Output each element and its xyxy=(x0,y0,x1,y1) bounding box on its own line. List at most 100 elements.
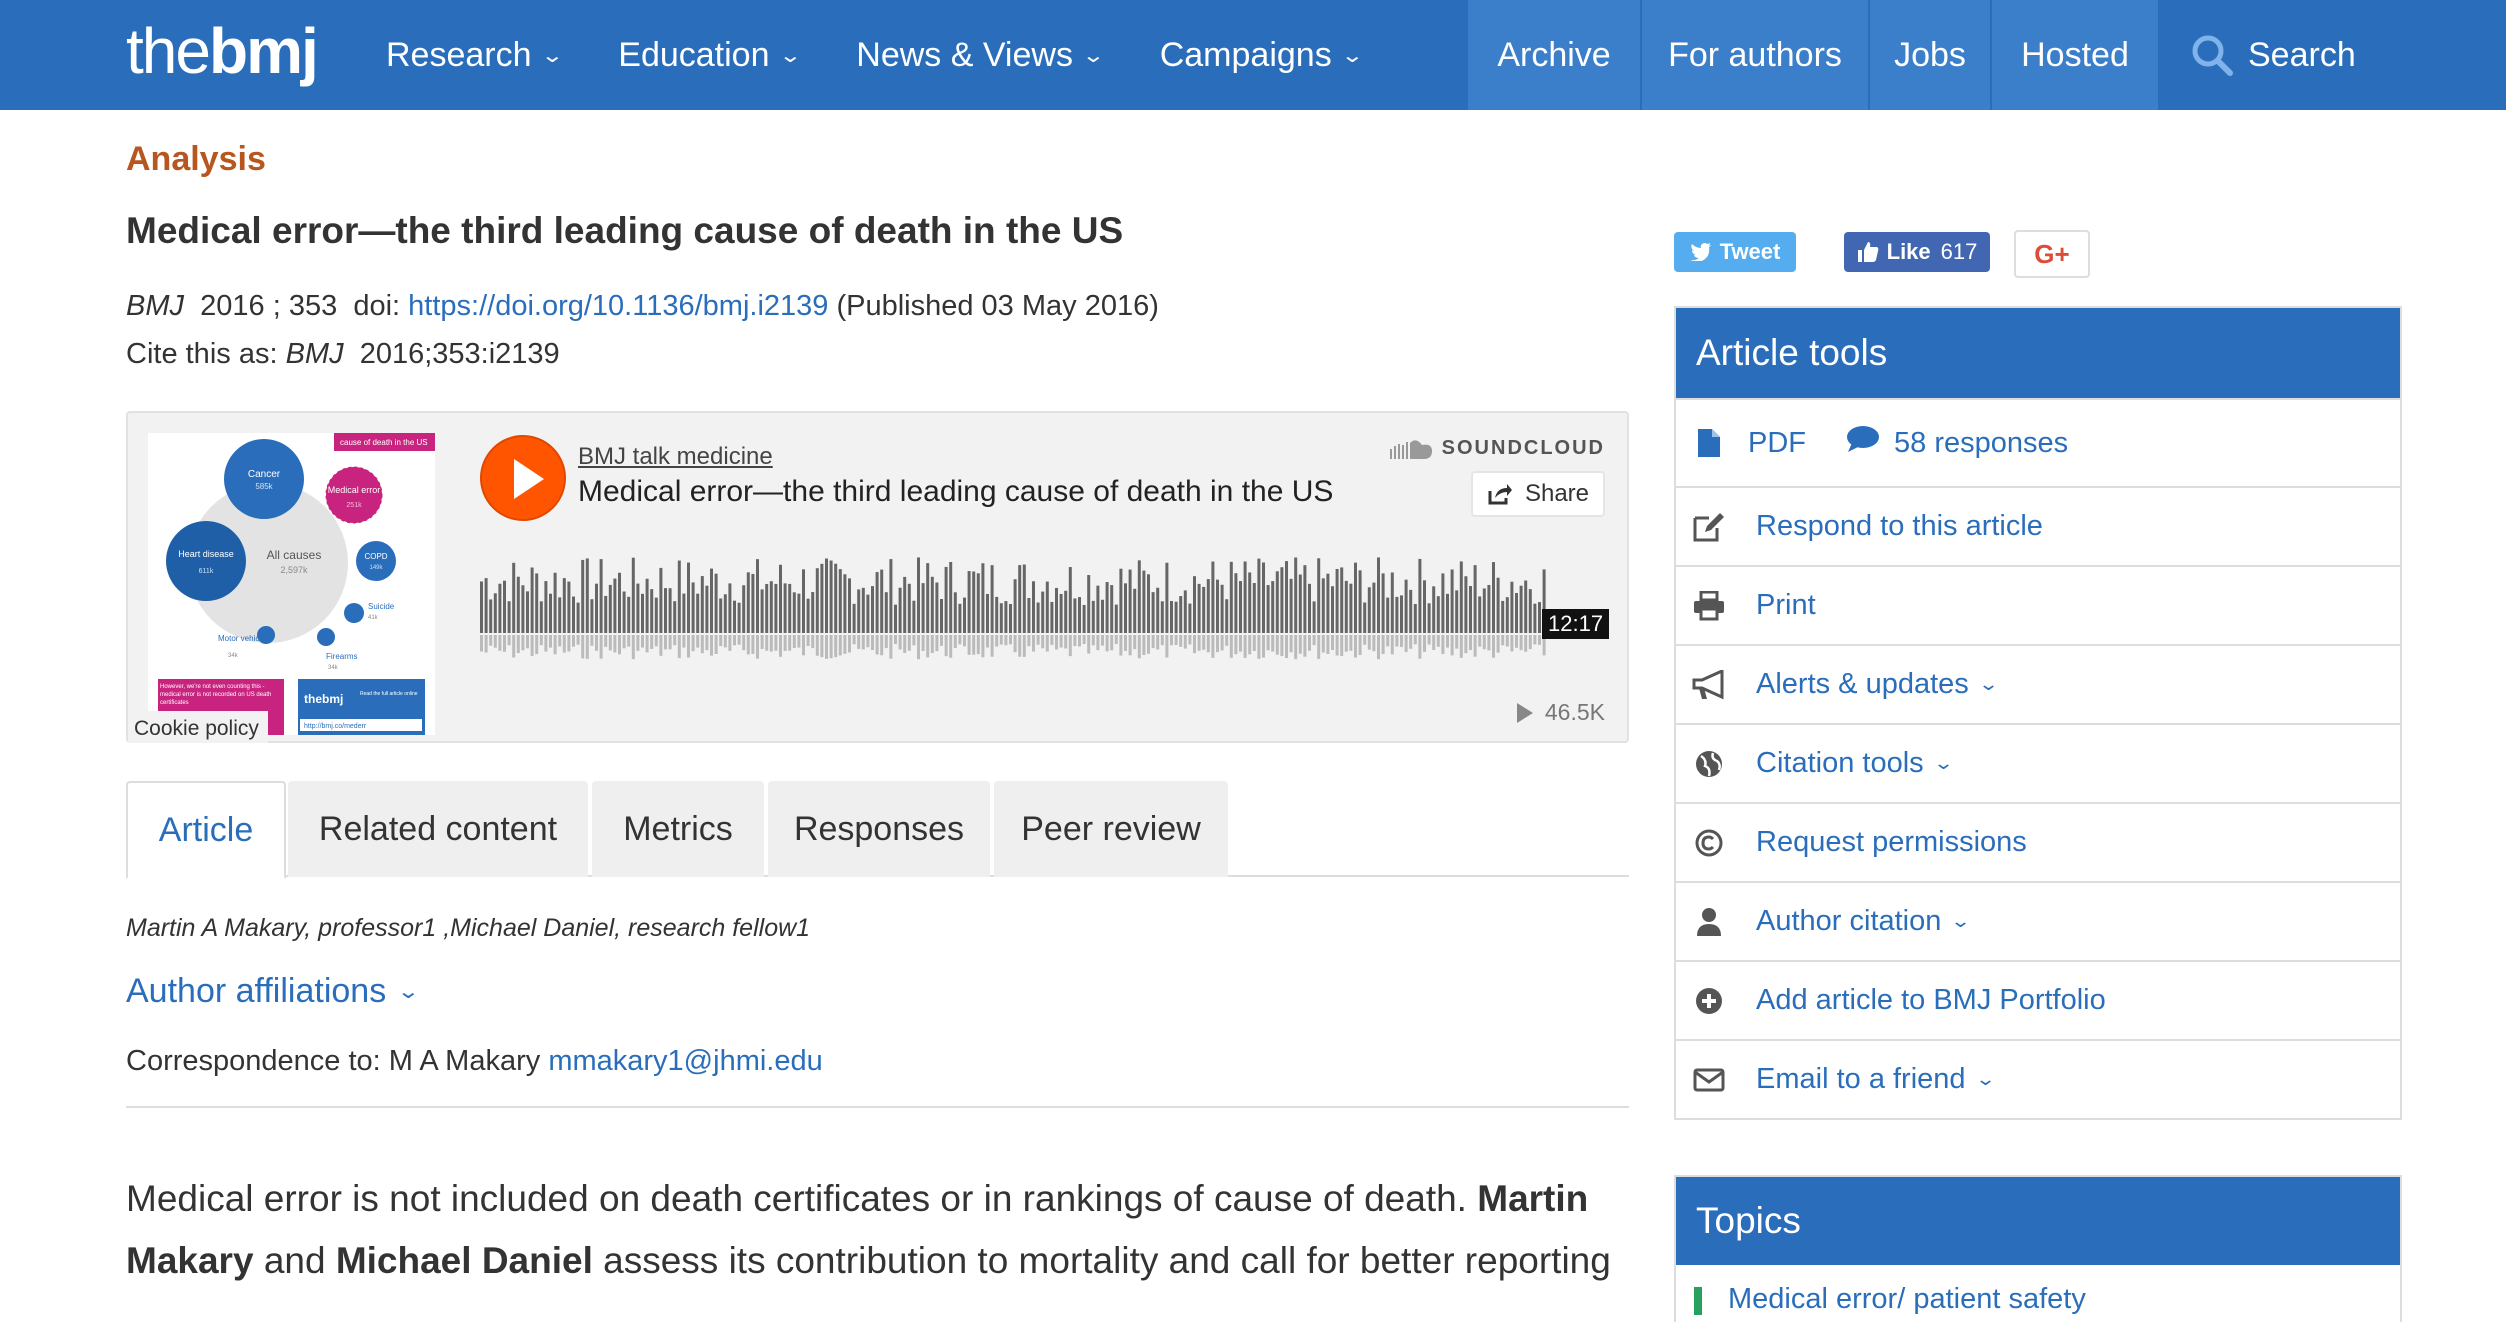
art-footer-cta: Read the full article online xyxy=(360,691,418,697)
twitter-icon xyxy=(1689,243,1711,261)
nav-for-authors[interactable]: For authors xyxy=(1642,0,1868,110)
alerts-updates-dropdown[interactable]: Alerts & updates ⌄ xyxy=(1676,644,2400,723)
art-footer-url: http://bmj.co/mederr xyxy=(304,723,367,730)
tab-responses[interactable]: Responses xyxy=(768,781,990,877)
logo-text-light: the xyxy=(126,15,211,87)
play-count-value: 46.5K xyxy=(1544,699,1605,725)
play-count: 46.5K xyxy=(1516,699,1605,726)
cite-prefix: Cite this as: xyxy=(126,338,278,370)
primary-nav: Research ⌄ Education ⌄ News & Views ⌄ Campa… xyxy=(386,0,1418,110)
play-button[interactable] xyxy=(480,435,566,521)
nav-research-label: Research xyxy=(386,35,532,74)
article-title: Medical error—the third leading cause of… xyxy=(126,210,1124,251)
audio-waveform[interactable] xyxy=(480,553,1610,673)
facebook-like-button[interactable]: Like 617 xyxy=(1844,232,1990,272)
pencil-icon xyxy=(1692,510,1726,544)
podcast-artwork[interactable]: cause of death in the US Cancer 585k Med… xyxy=(148,433,435,735)
tab-metrics[interactable]: Metrics xyxy=(592,781,764,877)
cite-as-line: Cite this as: BMJ 2016;353:i2139 xyxy=(126,338,560,371)
author-citation-label: Author citation xyxy=(1756,905,1942,937)
tab-article[interactable]: Article xyxy=(126,781,286,879)
nav-news-views-label: News & Views xyxy=(856,35,1073,74)
standfirst-author-2: Michael Daniel xyxy=(335,1240,593,1281)
art-heart-label: Heart disease xyxy=(178,549,234,559)
chevron-down-icon: ⌄ xyxy=(1977,674,1999,694)
art-banner-text: cause of death in the US xyxy=(340,438,428,447)
nav-archive[interactable]: Archive xyxy=(1468,0,1640,110)
request-permissions-label: Request permissions xyxy=(1756,826,2027,858)
tab-related-content[interactable]: Related content xyxy=(288,781,588,877)
art-firearms-value: 34k xyxy=(328,665,339,671)
chevron-down-icon: ⌄ xyxy=(540,44,564,67)
chevron-down-icon: ⌄ xyxy=(396,981,421,1003)
art-suicide-value: 41k xyxy=(368,615,379,621)
globe-icon xyxy=(1692,747,1726,781)
nav-news-views[interactable]: News & Views ⌄ xyxy=(856,35,1105,75)
nav-research[interactable]: Research ⌄ xyxy=(386,35,564,75)
topic-link[interactable]: Medical error/ patient safety xyxy=(1676,1265,2400,1316)
email-friend-dropdown[interactable]: Email to a friend ⌄ xyxy=(1676,1039,2400,1118)
player-track-title[interactable]: Medical error—the third leading cause of… xyxy=(578,475,1333,509)
article-tabs: Article Related content Metrics Response… xyxy=(126,781,1629,879)
tab-peer-review[interactable]: Peer review xyxy=(994,781,1228,877)
author-citation-dropdown[interactable]: Author citation ⌄ xyxy=(1676,881,2400,960)
email-friend-label: Email to a friend xyxy=(1756,1063,1966,1095)
request-permissions-link[interactable]: Request permissions xyxy=(1676,802,2400,881)
citation-line: BMJ 2016 ; 353 doi: https://doi.org/10.1… xyxy=(126,290,1159,323)
alerts-label: Alerts & updates xyxy=(1756,668,1969,700)
correspondence-prefix: Correspondence to: M A Makary xyxy=(126,1045,541,1077)
soundcloud-brand[interactable]: SOUNDCLOUD xyxy=(1389,437,1605,460)
divider xyxy=(126,1106,1629,1108)
bmj-logo[interactable]: the bmj xyxy=(126,14,319,87)
plus-circle-icon xyxy=(1692,984,1726,1018)
citation-tools-dropdown[interactable]: Citation tools ⌄ xyxy=(1676,723,2400,802)
author-affiliations-toggle[interactable]: Author affiliations ⌄ xyxy=(126,972,421,1011)
article-tools-panel: Article tools PDF 58 responses Respond t… xyxy=(1674,306,2402,1120)
logo-text-bold: bmj xyxy=(208,15,319,87)
google-plus-button[interactable]: G+ xyxy=(2014,230,2090,278)
nav-campaigns[interactable]: Campaigns ⌄ xyxy=(1160,36,1364,75)
topics-title: Topics xyxy=(1676,1177,2400,1265)
nav-jobs[interactable]: Jobs xyxy=(1870,0,1990,110)
art-suicide-label: Suicide xyxy=(368,602,395,611)
section-label: Analysis xyxy=(126,140,266,178)
nav-hosted[interactable]: Hosted xyxy=(1992,0,2158,110)
share-icon xyxy=(1488,484,1512,505)
art-heart-value: 611k xyxy=(199,568,214,575)
art-copd-label: COPD xyxy=(364,552,387,561)
doi-link[interactable]: https://doi.org/10.1136/bmj.i2139 xyxy=(408,290,828,322)
player-channel-link[interactable]: BMJ talk medicine xyxy=(578,443,773,471)
soundcloud-player: cause of death in the US Cancer 585k Med… xyxy=(126,411,1629,743)
art-copd-value: 149k xyxy=(369,565,383,571)
nav-search-button[interactable]: Search xyxy=(2160,0,2400,110)
chevron-down-icon: ⌄ xyxy=(1340,44,1364,67)
correspondence-email-link[interactable]: mmakary1@jhmi.edu xyxy=(548,1045,822,1077)
pdf-link[interactable]: PDF xyxy=(1748,427,1806,460)
doi-prefix: doi: xyxy=(353,290,401,322)
cite-reference: 2016;353:i2139 xyxy=(359,338,560,370)
published-date: (Published 03 May 2016) xyxy=(836,290,1159,322)
article-year: 2016 xyxy=(200,290,265,322)
author-list: Martin A Makary, professor1 ,Michael Dan… xyxy=(126,914,811,942)
share-button[interactable]: Share xyxy=(1471,471,1605,517)
tools-row-pdf-responses: PDF 58 responses xyxy=(1676,398,2400,486)
correspondence: Correspondence to: M A Makary mmakary1@j… xyxy=(126,1045,823,1078)
add-to-portfolio-link[interactable]: Add article to BMJ Portfolio xyxy=(1676,960,2400,1039)
comment-icon xyxy=(1846,425,1880,461)
responses-link[interactable]: 58 responses xyxy=(1894,427,2068,460)
journal-name: BMJ xyxy=(126,290,184,322)
art-cancer-value: 585k xyxy=(255,482,273,491)
print-link[interactable]: Print xyxy=(1676,565,2400,644)
art-motor-value: 34k xyxy=(228,653,239,659)
cookie-policy-link[interactable]: Cookie policy xyxy=(128,711,268,743)
nav-education[interactable]: Education ⌄ xyxy=(618,36,801,75)
chevron-down-icon: ⌄ xyxy=(1932,753,1954,773)
citation-tools-label: Citation tools xyxy=(1756,747,1924,779)
tweet-button[interactable]: Tweet xyxy=(1674,232,1796,272)
art-cancer-label: Cancer xyxy=(248,469,281,480)
respond-to-article-link[interactable]: Respond to this article xyxy=(1676,486,2400,565)
like-count: 617 xyxy=(1940,239,1978,264)
article-volume: ; 353 xyxy=(272,290,338,322)
search-label: Search xyxy=(2248,35,2356,74)
chevron-down-icon: ⌄ xyxy=(1950,911,1972,931)
